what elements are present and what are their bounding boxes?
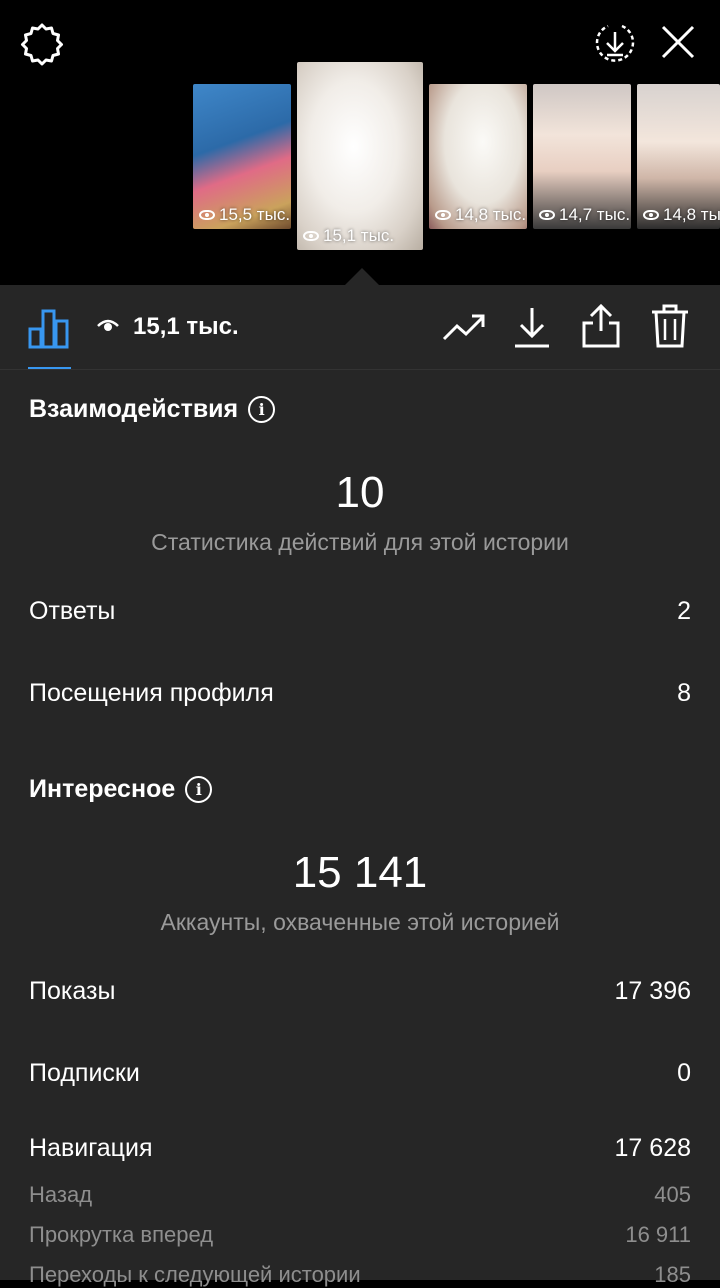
thumbnail-views: 15,5 тыс. (199, 205, 290, 225)
thumbnail-views: 14,8 тыс. (643, 205, 720, 225)
settings-icon[interactable] (18, 20, 66, 68)
eye-icon (539, 210, 555, 220)
eye-icon (199, 210, 215, 220)
story-thumbnail[interactable]: 14,8 тыс. (637, 84, 720, 229)
close-icon[interactable] (656, 20, 700, 64)
insights-panel: 15,1 тыс. Взаимодействия i 10 Статистика… (0, 285, 720, 1287)
story-strip: 15,5 тыс. 15,1 тыс. 14,8 тыс. 14,7 тыс. … (0, 0, 720, 285)
delete-icon[interactable] (650, 303, 690, 349)
stat-subrow-next-story: Переходы к следующей истории 185 (29, 1262, 691, 1287)
promote-trend-icon[interactable] (442, 309, 486, 345)
thumbnail-views: 14,8 тыс. (435, 205, 526, 225)
stat-row-navigation: Навигация 17 628 (29, 1134, 691, 1162)
bar-chart-icon[interactable] (27, 307, 71, 349)
selected-pointer (345, 268, 379, 285)
views-count: 15,1 тыс. (133, 313, 239, 340)
interactions-title: Взаимодействия i (29, 395, 276, 424)
discovery-title: Интересное i (29, 775, 213, 804)
thumbnail-views: 15,1 тыс. (303, 226, 394, 246)
info-icon[interactable]: i (248, 396, 276, 423)
story-thumbnail[interactable]: 14,8 тыс. (429, 84, 527, 229)
stat-row-replies: Ответы 2 (29, 597, 691, 625)
stat-subrow-back: Назад 405 (29, 1182, 691, 1207)
active-tab-indicator (28, 367, 71, 369)
eye-icon (97, 319, 119, 331)
story-thumbnail[interactable]: 15,5 тыс. (193, 84, 291, 229)
eye-icon (643, 210, 659, 220)
stat-row-impressions: Показы 17 396 (29, 977, 691, 1005)
thumbnail-views: 14,7 тыс. (539, 205, 630, 225)
stat-row-follows: Подписки 0 (29, 1059, 691, 1087)
insights-toolbar: 15,1 тыс. (0, 285, 720, 370)
discovery-total: 15 141 (292, 848, 428, 897)
download-icon[interactable] (512, 305, 552, 349)
save-download-icon[interactable] (592, 20, 638, 66)
story-thumbnail-selected[interactable]: 15,1 тыс. (297, 62, 423, 250)
discovery-caption: Аккаунты, охваченные этой историей (160, 909, 560, 935)
eye-icon (303, 231, 319, 241)
interactions-caption: Статистика действий для этой истории (151, 529, 569, 555)
interactions-total: 10 (335, 468, 385, 517)
share-icon[interactable] (580, 303, 622, 349)
stat-subrow-forward: Прокрутка вперед 16 911 (29, 1222, 691, 1247)
eye-icon (435, 210, 451, 220)
story-thumbnail[interactable]: 14,7 тыс. (533, 84, 631, 229)
info-icon[interactable]: i (185, 776, 213, 803)
stat-row-profile-visits: Посещения профиля 8 (29, 679, 691, 707)
